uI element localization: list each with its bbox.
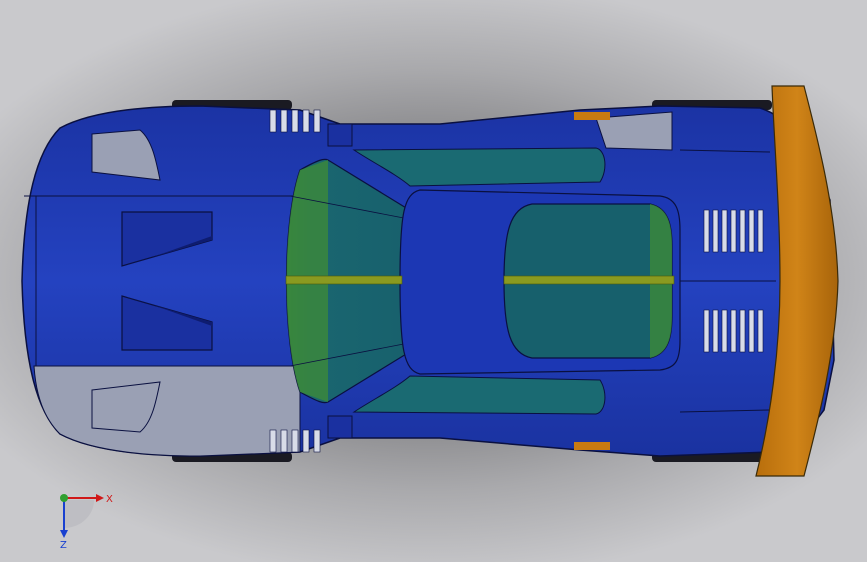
x-axis-label: X: [106, 494, 113, 505]
center-spine-rear: [503, 275, 675, 285]
front-grey-panel: [33, 365, 301, 457]
left-a-pillar-block: [327, 123, 353, 147]
z-axis-label: Z: [60, 540, 67, 550]
orientation-triad: X Z: [60, 494, 113, 550]
x-axis-arrow: [96, 494, 104, 502]
rear-right-orange-accent: [574, 442, 610, 450]
car-model-top-view[interactable]: [0, 0, 867, 562]
engine-grille-left: [703, 209, 764, 253]
graphics-viewport[interactable]: X Z: [0, 0, 867, 562]
triad-plane: [64, 500, 94, 528]
z-axis-arrow: [60, 530, 68, 538]
engine-grille-right: [703, 309, 764, 353]
rear-left-orange-accent: [574, 112, 610, 120]
center-spine-front: [285, 275, 403, 285]
right-a-pillar-block: [327, 415, 353, 439]
triad-origin: [60, 494, 68, 502]
